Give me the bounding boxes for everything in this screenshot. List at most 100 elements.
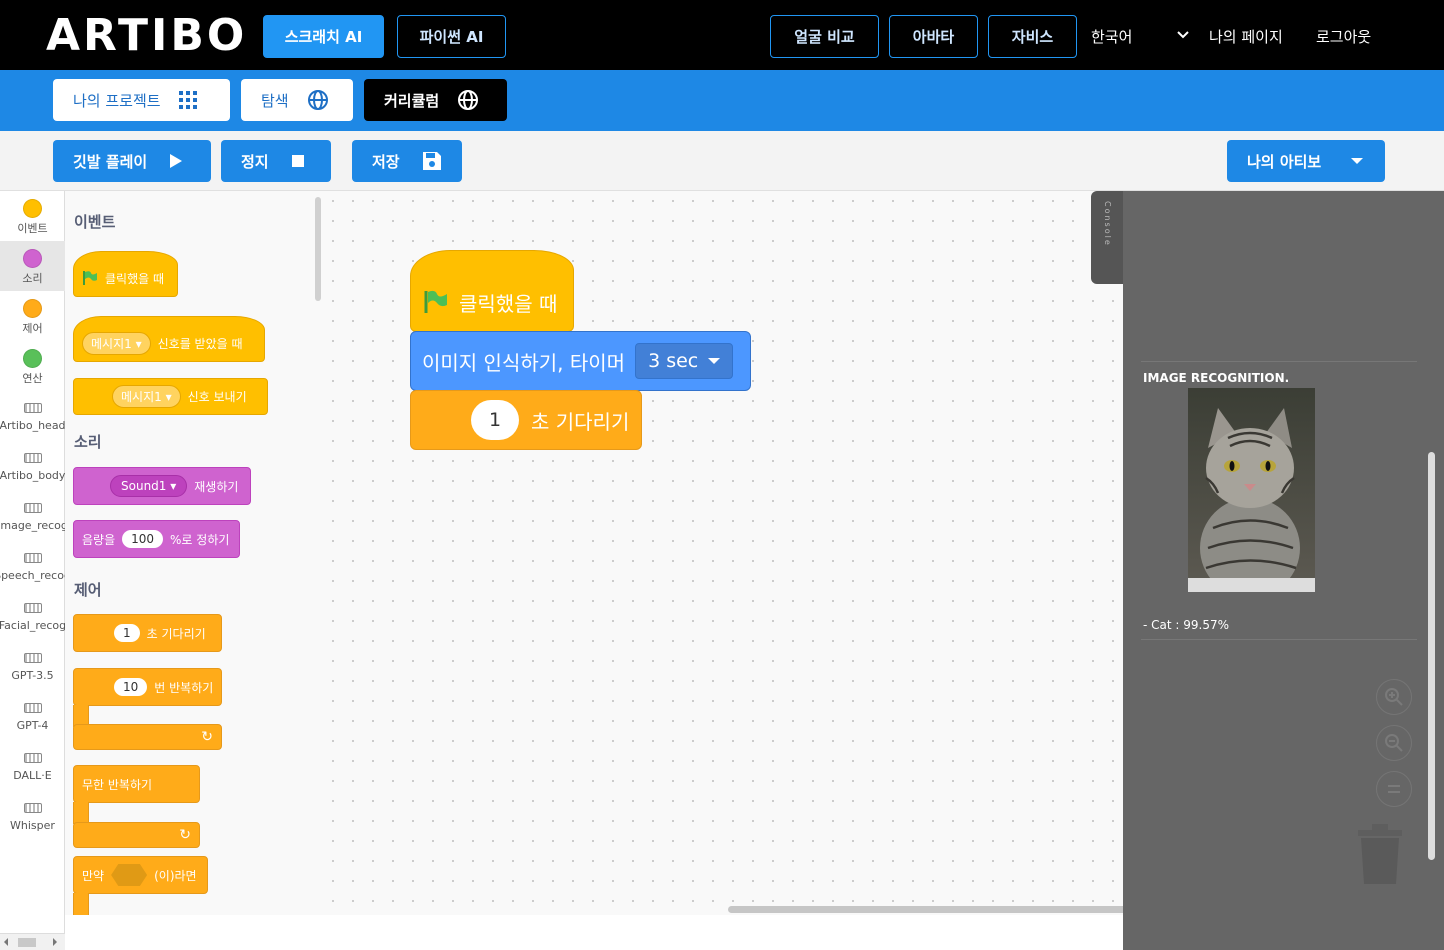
artibo-logo[interactable]: ARTIBO	[46, 12, 247, 60]
zoom-out-button[interactable]	[1376, 725, 1412, 761]
wait-block[interactable]: 1 초 기다리기	[73, 614, 222, 652]
category-dalle[interactable]: DALL·E	[0, 741, 65, 791]
volume-input[interactable]: 100	[122, 530, 164, 548]
category-whisper[interactable]: Whisper	[0, 791, 65, 841]
category-label: Artibo_body	[0, 469, 66, 482]
category-speech-recog[interactable]: Speech_recog	[0, 541, 71, 591]
play-sound-block[interactable]: Sound1 ▾ 재생하기	[73, 467, 251, 505]
curriculum-label: 커리큘럼	[384, 91, 440, 110]
repeat-input[interactable]: 10	[114, 678, 148, 696]
wait-seconds-script-block[interactable]: 1 초 기다리기	[410, 390, 642, 450]
language-label: 한국어	[1091, 28, 1133, 46]
explore-label: 탐색	[261, 91, 289, 110]
category-operators[interactable]: 연산	[0, 341, 65, 391]
category-label: Whisper	[10, 819, 55, 832]
scroll-arrows-icon[interactable]	[0, 934, 65, 950]
operators-dot-icon	[23, 349, 42, 368]
extension-icon	[23, 403, 42, 413]
my-project-button[interactable]: 나의 프로젝트	[53, 79, 230, 121]
condition-slot[interactable]	[111, 864, 148, 886]
category-sound[interactable]: 소리	[0, 241, 65, 291]
category-gpt35[interactable]: GPT-3.5	[0, 641, 65, 691]
loop-arrow-icon: ↻	[179, 827, 191, 843]
console-toggle-tab[interactable]: Console	[1091, 191, 1123, 284]
trash-can-icon[interactable]	[1358, 824, 1402, 886]
timer-dropdown[interactable]: 3 sec	[635, 343, 734, 379]
my-page-link[interactable]: 나의 페이지	[1209, 26, 1283, 47]
face-compare-button[interactable]: 얼굴 비교	[770, 15, 879, 58]
stage-scrollbar[interactable]	[1428, 452, 1435, 860]
category-menu: 이벤트 소리 제어 연산 Artibo_head Artibo_body Ima…	[0, 191, 71, 933]
curriculum-button[interactable]: 커리큘럼	[364, 79, 507, 121]
if-block-arm	[73, 893, 89, 915]
stop-button[interactable]: 정지	[221, 140, 331, 182]
play-label: 깃발 플레이	[73, 152, 148, 171]
wait-input[interactable]: 1	[114, 624, 140, 642]
extension-icon	[23, 653, 42, 663]
control-dot-icon	[23, 299, 42, 318]
repeat-block-footer: ↻	[73, 724, 222, 750]
category-label: Artibo_head	[0, 419, 66, 432]
message-dropdown[interactable]: 메시지1 ▾	[82, 331, 151, 355]
divider	[1141, 639, 1417, 640]
project-navbar: 나의 프로젝트 탐색 커리큘럼	[0, 70, 1444, 131]
equals-icon	[1388, 785, 1400, 793]
forever-block[interactable]: 무한 반복하기	[73, 765, 200, 803]
block-text: (이)라면	[154, 868, 197, 883]
stop-icon	[291, 155, 304, 167]
category-image-recog[interactable]: Image_recog	[0, 491, 68, 541]
when-flag-clicked-script-block[interactable]: 클릭했을 때	[410, 250, 574, 332]
image-recognition-timer-block[interactable]: 이미지 인식하기, 타이머 3 sec	[410, 331, 751, 391]
sound-dot-icon	[23, 249, 42, 268]
green-flag-play-button[interactable]: 깃발 플레이	[53, 140, 211, 182]
category-label: Facial_recog	[0, 619, 67, 632]
when-receive-block[interactable]: 메시지1 ▾ 신호를 받았을 때	[73, 316, 265, 362]
play-icon	[170, 154, 183, 168]
my-artibo-dropdown[interactable]: 나의 아티보	[1227, 140, 1385, 182]
if-block[interactable]: 만약 (이)라면	[73, 856, 208, 894]
caret-down-icon	[1351, 158, 1364, 164]
category-artibo-body[interactable]: Artibo_body	[0, 441, 65, 491]
sound-section-title: 소리	[74, 433, 102, 451]
broadcast-block[interactable]: 메시지1 ▾ 신호 보내기	[73, 378, 268, 415]
save-label: 저장	[372, 152, 400, 171]
message-dropdown[interactable]: 메시지1 ▾	[112, 385, 181, 408]
recognition-result: - Cat : 99.57%	[1143, 618, 1230, 632]
jarvis-button[interactable]: 자비스	[988, 15, 1077, 58]
logout-link[interactable]: 로그아웃	[1316, 26, 1371, 47]
scratch-ai-button[interactable]: 스크래치 AI	[263, 15, 384, 58]
cat-photo	[1188, 388, 1315, 592]
wait-seconds-input[interactable]: 1	[471, 400, 519, 440]
category-facial-recog[interactable]: Facial_recog	[0, 591, 67, 641]
chevron-down-icon[interactable]	[1177, 30, 1189, 40]
category-label: GPT-3.5	[11, 669, 54, 682]
block-text: 초 기다리기	[531, 409, 630, 434]
events-dot-icon	[23, 199, 42, 218]
category-label: 이벤트	[17, 222, 48, 235]
category-artibo-head[interactable]: Artibo_head	[0, 391, 66, 441]
language-select[interactable]: 한국어	[1091, 26, 1132, 47]
python-ai-button[interactable]: 파이썬 AI	[397, 15, 506, 58]
zoom-reset-button[interactable]	[1376, 771, 1412, 807]
avatar-button[interactable]: 아바타	[889, 15, 978, 58]
when-flag-clicked-block[interactable]: 클릭했을 때	[73, 251, 178, 297]
set-volume-block[interactable]: 음량을 100 %로 정하기	[73, 520, 240, 558]
message-value: 메시지1	[91, 336, 132, 351]
category-events[interactable]: 이벤트	[0, 191, 65, 241]
globe-icon	[307, 90, 328, 110]
control-section-title: 제어	[74, 581, 102, 599]
save-button[interactable]: 저장	[352, 140, 462, 182]
zoom-in-button[interactable]	[1376, 679, 1412, 715]
repeat-block[interactable]: 10 번 반복하기	[73, 668, 222, 706]
category-gpt4[interactable]: GPT-4	[0, 691, 65, 741]
palette-scrollbar[interactable]	[315, 197, 321, 301]
category-label: 제어	[22, 322, 43, 335]
extension-icon	[23, 503, 42, 513]
extension-icon	[23, 553, 42, 563]
forever-block-arm	[73, 802, 89, 824]
globe-icon	[458, 90, 479, 110]
category-control[interactable]: 제어	[0, 291, 65, 341]
explore-button[interactable]: 탐색	[241, 79, 353, 121]
category-label: Image_recog	[0, 519, 68, 532]
sound-dropdown[interactable]: Sound1 ▾	[110, 475, 188, 497]
